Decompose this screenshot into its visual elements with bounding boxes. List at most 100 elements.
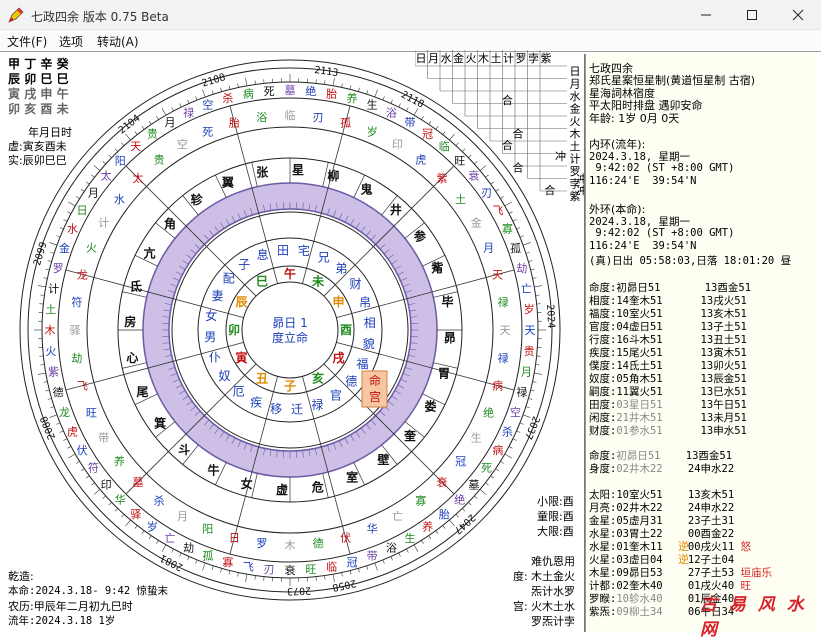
mansion-label: 奎 <box>403 428 417 443</box>
grid-header-cell: 月 <box>428 52 439 65</box>
mid-star-glyph: 伏 <box>340 531 351 545</box>
grid-header-cell: 计 <box>503 52 514 65</box>
outer-star-glyph: 禄 <box>516 385 527 399</box>
grid-header-cell: 木 <box>478 52 489 65</box>
inner-palace-glyph: 妻 <box>211 289 223 303</box>
outer-star-glyph: 带 <box>405 116 416 129</box>
mansion-label: 氐 <box>130 279 142 294</box>
outer-star-glyph: 死 <box>264 85 275 98</box>
menu-file[interactable]: 文件(F) <box>7 33 47 50</box>
outer-star-glyph: 日 <box>77 204 88 217</box>
outer-star-glyph: 月 <box>521 366 532 379</box>
outer-star-glyph: 华 <box>115 493 126 507</box>
ming-shen-name: 身度: <box>589 463 617 475</box>
aspect-label: 合 <box>502 93 513 107</box>
qianzao-label: 乾造: <box>8 570 34 583</box>
inner-palace-glyph: 禄 <box>311 397 323 412</box>
mansion-label: 心 <box>126 351 138 365</box>
title-bar: 七政四余 版本 0.75 Beta <box>0 0 821 30</box>
grid-side-cell: 土 <box>570 140 581 153</box>
earthly-branch: 未 <box>311 274 324 289</box>
mid-star-glyph: 浴 <box>256 111 267 124</box>
mid-star-glyph: 墓 <box>132 476 143 489</box>
outer-star-glyph: 印 <box>101 478 112 491</box>
maximize-button[interactable] <box>729 0 775 30</box>
mansion-label: 尾 <box>137 385 149 399</box>
outer-star-glyph: 寡 <box>502 222 513 236</box>
shi-pillars: 实:辰卯巳巳 <box>8 154 67 167</box>
outer-star-glyph: 木 <box>45 324 56 337</box>
mid-star-glyph: 驿 <box>70 324 81 337</box>
ming-shen-degree-b: 24申水22 <box>662 463 735 475</box>
outer-star-glyph: 带 <box>367 550 378 563</box>
mid-star-glyph: 德 <box>313 536 324 550</box>
mid-star-glyph: 华 <box>367 522 378 536</box>
center-disc <box>241 281 339 379</box>
mid-star-glyph: 太 <box>132 172 143 185</box>
mansion-label: 星 <box>292 163 304 177</box>
four-pillars: 甲 丁 辛 癸 辰 卯 巳 巳 寅 戌 申 午 卯 亥 酉 未 <box>8 57 69 117</box>
window-title: 七政四余 版本 0.75 Beta <box>31 10 169 24</box>
mansion-label: 危 <box>311 480 324 495</box>
menu-options[interactable]: 选项 <box>59 33 83 50</box>
mid-star-glyph: 龙 <box>77 268 88 281</box>
palace-row: 财度:01参水51 13申水51 <box>589 423 747 438</box>
outer-star-glyph: 天 <box>130 140 141 153</box>
earthly-branch: 酉 <box>340 323 352 337</box>
mansion-label: 昴 <box>444 331 456 345</box>
menu-convert[interactable]: 转动(A) <box>97 33 139 50</box>
outer-star-glyph: 天 <box>525 324 536 337</box>
outer-star-glyph: 杀 <box>222 91 233 105</box>
mansion-label: 柳 <box>327 168 339 183</box>
outer-star-glyph: 阳 <box>115 154 126 167</box>
du-values-2: 炁计水罗 <box>531 585 575 598</box>
inner-palace-glyph: 迁 <box>291 403 303 417</box>
grid-side-cell: 金 <box>570 102 581 116</box>
outer-star-glyph: 劫 <box>183 542 194 555</box>
mansion-label: 亢 <box>143 245 155 260</box>
aspect-label: 冲 <box>555 149 566 163</box>
outer-star-glyph: 火 <box>45 345 56 358</box>
gong-label: 宫: <box>513 600 528 613</box>
outer-star-glyph: 生 <box>405 531 416 545</box>
mid-star-glyph: 亡 <box>392 509 403 523</box>
mid-star-glyph: 养 <box>114 454 125 468</box>
outer-star-glyph: 临 <box>326 559 337 573</box>
liunian-line: 流年:2024.3.18 1岁 <box>8 615 116 627</box>
close-button[interactable] <box>775 0 821 30</box>
nongli-line: 农历:甲辰年二月初九巳时 <box>8 600 133 613</box>
aspect-label: 合 <box>513 127 524 141</box>
mid-star-glyph: 符 <box>71 296 82 309</box>
outer-star-glyph: 寡 <box>222 555 233 569</box>
mid-star-glyph: 病 <box>492 379 503 393</box>
mid-star-glyph: 禄 <box>498 351 509 365</box>
inner-palace-glyph: 息 <box>257 247 269 262</box>
mansion-label: 轸 <box>191 192 204 207</box>
outer-star-glyph: 空 <box>510 405 521 419</box>
mansion-label: 壁 <box>377 452 389 467</box>
outer-star-glyph: 劫 <box>516 262 527 275</box>
mansion-label: 翼 <box>221 176 234 190</box>
palace-degree-a: 01参水51 <box>616 425 688 437</box>
inner-palace-glyph: 配 <box>223 272 235 286</box>
inner-palace-glyph: 厄 <box>233 384 245 398</box>
outer-star-glyph: 养 <box>347 91 358 105</box>
watermark: 古 易 风 水 网 <box>700 595 807 640</box>
grid-side-cell: 计 <box>570 153 581 166</box>
year-mark: 2073 <box>287 584 311 596</box>
maximize-icon <box>747 10 757 20</box>
mid-star-glyph: 寡 <box>415 494 426 508</box>
mid-star-glyph: 火 <box>86 242 97 255</box>
mansion-label: 女 <box>241 476 253 491</box>
mansion-label: 角 <box>164 216 176 231</box>
mid-star-glyph: 孤 <box>340 116 351 129</box>
center-label-2: 度立命 <box>272 330 308 345</box>
minimize-button[interactable] <box>683 0 729 30</box>
gong-values: 火木土水 <box>531 600 575 613</box>
mid-star-glyph: 杀 <box>154 494 165 508</box>
mid-star-glyph: 临 <box>285 108 296 122</box>
mid-star-glyph: 绝 <box>483 405 494 419</box>
outer-ring-time: 9:42:02 (ST +8:00 GMT) <box>589 227 735 239</box>
inner-palace-glyph: 男 <box>204 330 216 344</box>
inner-ring-time: 9:42:02 (ST +8:00 GMT) <box>589 162 735 174</box>
